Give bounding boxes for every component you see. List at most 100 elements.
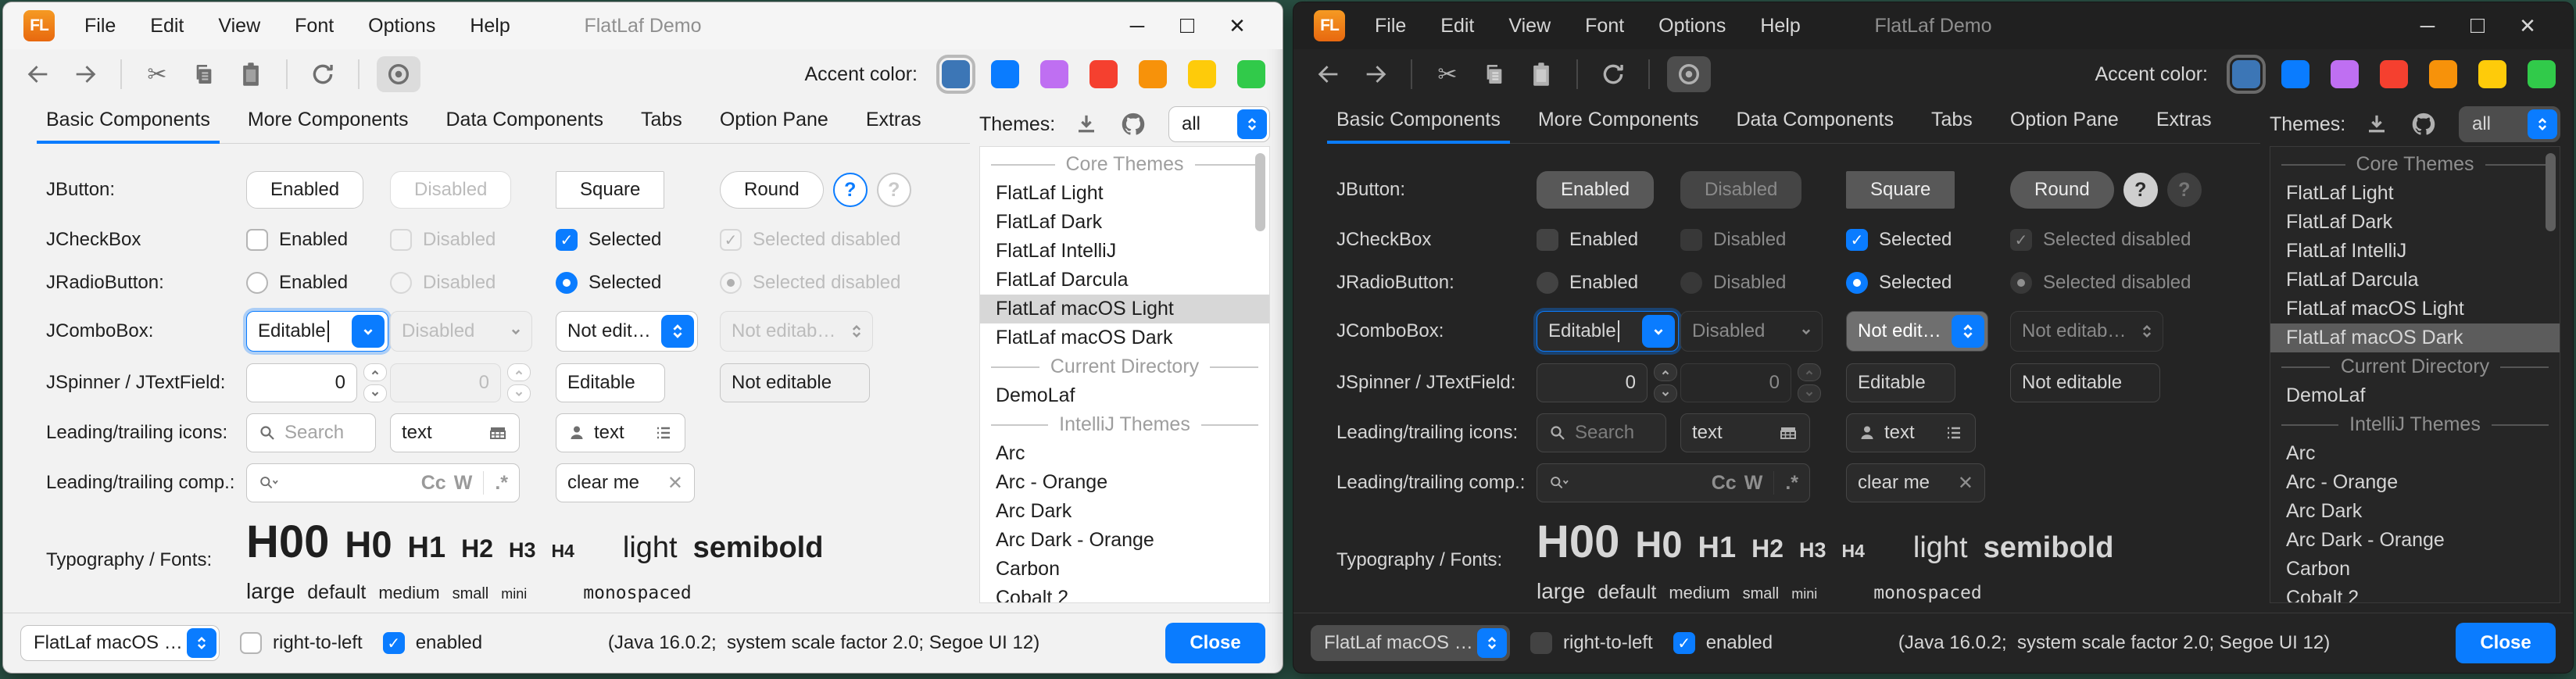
cut-button[interactable]: ✂: [1429, 56, 1465, 92]
clear-icon[interactable]: ✕: [1958, 472, 1973, 495]
theme-list-item[interactable]: FlatLaf Light: [980, 179, 1269, 208]
menu-item-file[interactable]: File: [84, 15, 116, 38]
search-with-options-input[interactable]: Cc W .*: [246, 463, 520, 502]
right-to-left-checkbox[interactable]: right-to-left: [240, 632, 363, 654]
theme-list-item[interactable]: Arc: [2270, 439, 2560, 468]
download-button[interactable]: [1071, 109, 1102, 140]
theme-list-item[interactable]: FlatLaf IntelliJ: [980, 237, 1269, 266]
radio-selected[interactable]: Selected: [1846, 272, 2010, 294]
close-window-button[interactable]: ✕: [1212, 7, 1262, 45]
combobox-not-editable[interactable]: Not editable: [1846, 311, 1988, 352]
theme-list-item[interactable]: Arc Dark: [980, 497, 1269, 526]
accent-swatch-purple[interactable]: [1040, 60, 1068, 88]
theme-list-item[interactable]: DemoLaf: [980, 381, 1269, 410]
menu-item-file[interactable]: File: [1375, 15, 1406, 38]
spinner-enabled[interactable]: 0: [1537, 363, 1680, 402]
text-input-calendar[interactable]: text: [1680, 413, 1810, 452]
menu-item-help[interactable]: Help: [470, 15, 510, 38]
theme-list-item[interactable]: Cobalt 2: [980, 584, 1269, 603]
scrollbar-thumb[interactable]: [2546, 153, 2556, 231]
back-button[interactable]: [1311, 56, 1347, 92]
themes-filter-combobox[interactable]: all: [2459, 106, 2560, 142]
github-button[interactable]: [2408, 109, 2439, 140]
radio-selected[interactable]: Selected: [556, 272, 720, 294]
tab-option-pane[interactable]: Option Pane: [2010, 109, 2119, 143]
match-case-button[interactable]: Cc: [421, 472, 446, 495]
lookandfeel-combobox[interactable]: FlatLaf macOS D...: [1311, 625, 1510, 661]
chevron-up-down-icon[interactable]: [1237, 109, 1267, 139]
tab-tabs[interactable]: Tabs: [641, 109, 682, 143]
spinner-enabled[interactable]: 0: [246, 363, 390, 402]
theme-list-item[interactable]: Arc - Orange: [980, 468, 1269, 497]
checkbox-checked-icon[interactable]: ✓: [1846, 229, 1868, 251]
theme-list-item[interactable]: FlatLaf macOS Light: [2270, 295, 2560, 323]
search-input[interactable]: Search: [246, 413, 376, 452]
accent-swatch-red[interactable]: [2380, 60, 2408, 88]
accent-swatch-default[interactable]: [2232, 60, 2260, 88]
tab-extras[interactable]: Extras: [866, 109, 921, 143]
chevron-up-down-icon[interactable]: [1477, 628, 1507, 658]
minimize-button[interactable]: ─: [1112, 7, 1162, 45]
checkbox-selected[interactable]: ✓Selected: [556, 229, 720, 251]
help-button[interactable]: ?: [2123, 173, 2158, 207]
clearable-input[interactable]: clear me ✕: [556, 463, 695, 502]
square-button[interactable]: Square: [556, 171, 664, 209]
round-button[interactable]: Round: [2010, 171, 2114, 209]
refresh-button[interactable]: [1595, 56, 1631, 92]
theme-list-item[interactable]: Arc Dark - Orange: [2270, 526, 2560, 555]
theme-list-item[interactable]: FlatLaf Light: [2270, 179, 2560, 208]
chevron-down-icon[interactable]: [352, 315, 385, 348]
accent-swatch-orange[interactable]: [2429, 60, 2457, 88]
search-with-options-input[interactable]: Cc W .*: [1537, 463, 1810, 502]
theme-list-item[interactable]: Arc Dark - Orange: [980, 526, 1269, 555]
show-hidden-toggle-button[interactable]: [377, 56, 420, 92]
radio-icon[interactable]: [1537, 272, 1558, 294]
chevron-up-down-icon[interactable]: [187, 628, 216, 658]
accent-swatch-blue[interactable]: [991, 60, 1019, 88]
round-button[interactable]: Round: [720, 171, 824, 209]
combobox-editable[interactable]: Editable: [1537, 311, 1679, 352]
text-input-user[interactable]: text: [1846, 413, 1976, 452]
radio-checked-icon[interactable]: [556, 272, 578, 294]
maximize-button[interactable]: □: [1162, 7, 1212, 45]
whole-word-button[interactable]: W: [454, 472, 473, 495]
spinner-down-button[interactable]: [363, 384, 387, 402]
square-button[interactable]: Square: [1846, 171, 1955, 209]
checkbox-icon[interactable]: [240, 632, 262, 654]
theme-list-item[interactable]: Arc - Orange: [2270, 468, 2560, 497]
theme-list-item[interactable]: Arc: [980, 439, 1269, 468]
checkbox-enabled[interactable]: Enabled: [246, 229, 390, 251]
menu-item-options[interactable]: Options: [368, 15, 435, 38]
enabled-checkbox[interactable]: ✓ enabled: [383, 632, 482, 654]
download-button[interactable]: [2361, 109, 2392, 140]
menu-item-font[interactable]: Font: [1585, 15, 1624, 38]
checkbox-icon[interactable]: [1530, 632, 1552, 654]
theme-list-item[interactable]: FlatLaf Dark: [980, 208, 1269, 237]
theme-list-item[interactable]: DemoLaf: [2270, 381, 2560, 410]
accent-swatch-yellow[interactable]: [2478, 60, 2506, 88]
combobox-not-editable[interactable]: Not editable: [556, 311, 698, 352]
match-case-button[interactable]: Cc: [1712, 472, 1737, 495]
chevron-up-down-icon[interactable]: [1952, 315, 1984, 348]
menu-item-options[interactable]: Options: [1658, 15, 1726, 38]
accent-swatch-default[interactable]: [942, 60, 970, 88]
clear-icon[interactable]: ✕: [667, 472, 683, 495]
theme-list-item[interactable]: FlatLaf Darcula: [980, 266, 1269, 295]
spinner-value[interactable]: 0: [1537, 363, 1648, 402]
menu-item-edit[interactable]: Edit: [150, 15, 184, 38]
themes-filter-combobox[interactable]: all: [1168, 106, 1270, 142]
enabled-checkbox[interactable]: ✓ enabled: [1673, 632, 1773, 654]
spinner-down-button[interactable]: [1654, 384, 1677, 402]
accent-swatch-blue[interactable]: [2281, 60, 2309, 88]
clearable-input[interactable]: clear me ✕: [1846, 463, 1985, 502]
tab-more-components[interactable]: More Components: [248, 109, 409, 143]
theme-list-item[interactable]: FlatLaf Darcula: [2270, 266, 2560, 295]
menu-item-edit[interactable]: Edit: [1440, 15, 1474, 38]
menu-item-view[interactable]: View: [218, 15, 260, 38]
theme-list-item[interactable]: FlatLaf macOS Light: [980, 295, 1269, 323]
menu-item-help[interactable]: Help: [1760, 15, 1800, 38]
chevron-down-icon[interactable]: [1642, 315, 1675, 348]
scrollbar-thumb[interactable]: [1255, 153, 1265, 231]
accent-swatch-green[interactable]: [1237, 60, 1265, 88]
textfield-editable[interactable]: Editable: [556, 363, 665, 402]
